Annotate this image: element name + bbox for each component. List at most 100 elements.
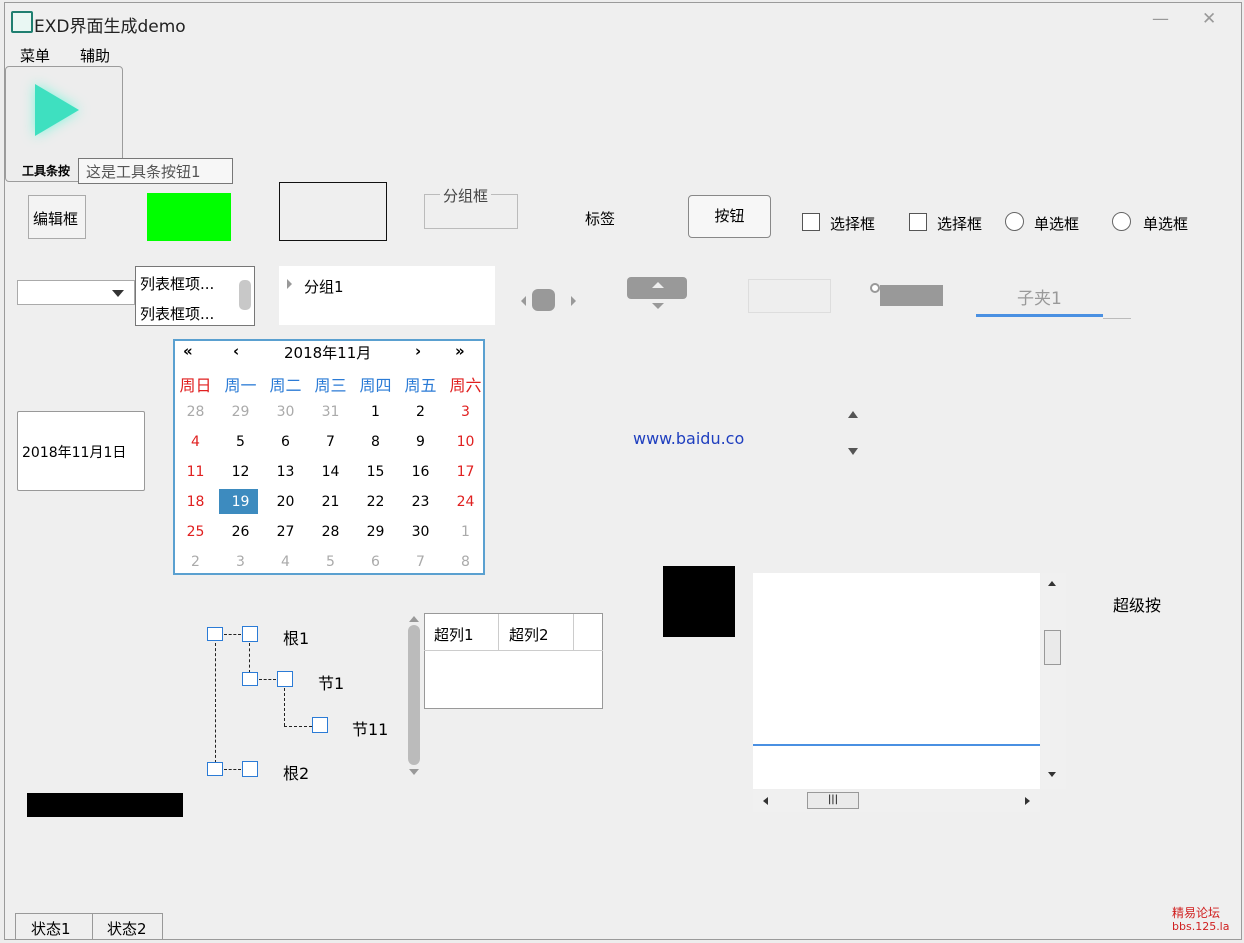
rich-edit[interactable] <box>753 573 1040 789</box>
calendar-day[interactable]: 29 <box>353 524 398 540</box>
calendar-day[interactable]: 23 <box>398 494 443 510</box>
vertical-scroll-thumb[interactable] <box>1044 630 1061 665</box>
checkbox-1[interactable] <box>802 213 820 231</box>
calendar-day[interactable]: 3 <box>443 404 488 420</box>
next-year-icon[interactable]: » <box>455 342 465 360</box>
checkbox-2[interactable] <box>909 213 927 231</box>
calendar-day[interactable]: 12 <box>218 464 263 480</box>
next-month-icon[interactable]: › <box>415 342 421 360</box>
calendar-day[interactable]: 27 <box>263 524 308 540</box>
horizontal-scrollbar[interactable] <box>753 790 1040 812</box>
calendar-day[interactable]: 5 <box>308 554 353 570</box>
menu-item-caidan[interactable]: 菜单 <box>20 45 50 66</box>
calendar-day[interactable]: 7 <box>398 554 443 570</box>
calendar-day[interactable]: 22 <box>353 494 398 510</box>
calendar-day[interactable]: 24 <box>443 494 488 510</box>
calendar-month-title[interactable]: 2018年11月 <box>284 342 371 363</box>
slider-knob[interactable] <box>870 283 880 293</box>
scroll-right-icon[interactable] <box>1025 797 1030 805</box>
collapse-icon[interactable] <box>207 627 223 641</box>
calendar-day[interactable]: 26 <box>218 524 263 540</box>
chevron-down-icon[interactable] <box>112 290 124 297</box>
vertical-scrollbar[interactable] <box>1041 573 1066 789</box>
date-value[interactable]: 2018年11月1日 <box>22 442 126 462</box>
scroll-down-icon[interactable] <box>1048 772 1056 777</box>
list-item[interactable]: 列表框项... <box>140 273 214 294</box>
static-label: 标签 <box>585 210 616 228</box>
calendar-day[interactable]: 6 <box>263 434 308 450</box>
collapse-icon[interactable] <box>207 762 223 776</box>
scroll-up-icon[interactable] <box>1048 581 1056 586</box>
calendar-day[interactable]: 30 <box>398 524 443 540</box>
calendar-day[interactable]: 19 <box>218 494 263 510</box>
calendar-day[interactable]: 21 <box>308 494 353 510</box>
calendar-day[interactable]: 15 <box>353 464 398 480</box>
minimize-icon[interactable]: — <box>1152 9 1169 29</box>
calendar-day[interactable]: 1 <box>443 524 488 540</box>
calendar-day[interactable]: 8 <box>443 554 488 570</box>
horizontal-scroll-thumb[interactable]: ||| <box>807 792 859 809</box>
calendar-day[interactable]: 28 <box>173 404 218 420</box>
tree-node-section1[interactable]: 节1 <box>318 670 344 694</box>
scroll-left-icon[interactable] <box>763 797 768 805</box>
calendar-day[interactable]: 14 <box>308 464 353 480</box>
tree-node-section11[interactable]: 节11 <box>352 716 388 740</box>
super-button[interactable]: 超级按 <box>1113 592 1161 616</box>
calendar-day[interactable]: 2 <box>398 404 443 420</box>
radio-1[interactable] <box>1005 212 1024 231</box>
calendar-day[interactable]: 4 <box>263 554 308 570</box>
prev-year-icon[interactable]: « <box>183 342 193 360</box>
scroll-down-icon[interactable] <box>848 448 858 455</box>
calendar-day[interactable]: 10 <box>443 434 488 450</box>
calendar-day[interactable]: 13 <box>263 464 308 480</box>
right-arrow-icon[interactable] <box>571 296 576 306</box>
calendar-day[interactable]: 5 <box>218 434 263 450</box>
scroll-up-icon[interactable] <box>848 411 858 418</box>
calendar-day[interactable]: 31 <box>308 404 353 420</box>
tree-node-root1[interactable]: 根1 <box>283 625 309 649</box>
push-button[interactable]: 按钮 <box>688 195 771 238</box>
hyperlink[interactable]: www.baidu.co <box>633 429 744 448</box>
close-icon[interactable]: ✕ <box>1202 9 1216 29</box>
radio-2[interactable] <box>1112 212 1131 231</box>
tab-subpage-1[interactable]: 子夹1 <box>1017 284 1062 309</box>
left-arrow-icon[interactable] <box>521 296 526 306</box>
calendar-day[interactable]: 1 <box>353 404 398 420</box>
spin-up-icon[interactable] <box>652 282 664 288</box>
calendar-day[interactable]: 20 <box>263 494 308 510</box>
prev-month-icon[interactable]: ‹ <box>233 342 239 360</box>
calendar-day[interactable]: 29 <box>218 404 263 420</box>
calendar-day[interactable]: 6 <box>353 554 398 570</box>
spin-control[interactable] <box>627 277 687 299</box>
calendar-day[interactable]: 25 <box>173 524 218 540</box>
menu-item-fuzhu[interactable]: 辅助 <box>80 45 110 66</box>
calendar-day[interactable]: 30 <box>263 404 308 420</box>
calendar-day[interactable]: 9 <box>398 434 443 450</box>
calendar-day[interactable]: 18 <box>173 494 218 510</box>
tree-scroll-up-icon[interactable] <box>409 616 419 622</box>
column-divider[interactable] <box>498 614 499 650</box>
calendar-day[interactable]: 28 <box>308 524 353 540</box>
slider-thumb[interactable] <box>532 289 555 311</box>
spin-down-icon[interactable] <box>652 303 664 309</box>
tree-scroll-thumb[interactable] <box>408 625 420 765</box>
column-header-2[interactable]: 超列2 <box>509 624 549 645</box>
calendar-day[interactable]: 11 <box>173 464 218 480</box>
calendar-day[interactable]: 17 <box>443 464 488 480</box>
calendar-day[interactable]: 2 <box>173 554 218 570</box>
calendar-day[interactable]: 3 <box>218 554 263 570</box>
tree-group-label[interactable]: 分组1 <box>304 276 344 297</box>
collapse-icon[interactable] <box>242 672 258 686</box>
list-item[interactable]: 列表框项... <box>140 303 214 324</box>
tree-scroll-down-icon[interactable] <box>409 769 419 775</box>
edit-box[interactable]: 编辑框 <box>28 195 86 239</box>
column-header-1[interactable]: 超列1 <box>434 624 474 645</box>
calendar-day[interactable]: 8 <box>353 434 398 450</box>
calendar-day[interactable]: 16 <box>398 464 443 480</box>
calendar-day[interactable]: 4 <box>173 434 218 450</box>
list-scroll-thumb[interactable] <box>239 280 251 310</box>
tree-node-root2[interactable]: 根2 <box>283 760 309 784</box>
expand-triangle-icon[interactable] <box>287 279 292 289</box>
column-divider[interactable] <box>573 614 574 650</box>
calendar-day[interactable]: 7 <box>308 434 353 450</box>
